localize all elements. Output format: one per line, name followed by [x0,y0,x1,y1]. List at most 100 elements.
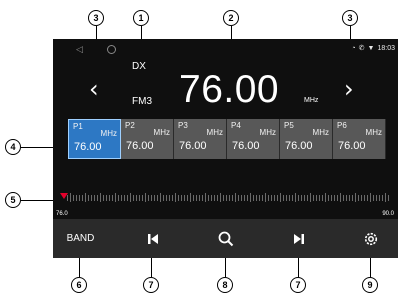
scan-button[interactable] [198,219,253,258]
scale-tick [265,193,266,202]
scale-tick [139,195,140,201]
scale-tick [79,195,80,201]
tune-down-button[interactable]: ‹ [89,77,99,101]
scale-tick [355,193,356,202]
scale-tick [112,195,113,201]
preset-frequency: 76.00 [126,140,154,152]
scale-tick [88,195,89,201]
scale-tick [280,193,281,202]
preset-6[interactable]: P6 MHz 76.00 [333,119,386,159]
preset-unit: MHz [365,128,382,137]
seek-previous-button[interactable] [125,219,180,258]
scale-tick [337,195,338,201]
scale-tick [130,193,131,202]
scale-tick [319,195,320,201]
scale-tick [232,195,233,201]
scale-tick [250,193,251,202]
scale-tick [145,193,146,202]
scale-tick [382,195,383,201]
scale-tick [199,195,200,201]
wifi-icon: ▼ [367,45,375,52]
scale-tick [295,193,296,202]
scale-tick [154,195,155,201]
scale-tick [220,193,221,202]
callout-7-left: 7 [143,277,159,293]
scale-tick [73,195,74,201]
scale-tick [331,195,332,201]
band-button[interactable]: BAND [53,219,108,258]
nav-home-icon[interactable] [107,45,116,54]
band-indicator: FM3 [132,96,152,107]
settings-button[interactable] [343,219,398,258]
scale-tick [97,195,98,201]
callout-7-right: 7 [290,277,306,293]
frequency-display: 76.00 [179,68,280,111]
tuning-scale[interactable] [53,190,398,205]
scale-tick [223,195,224,201]
preset-unit: MHz [206,128,223,137]
scale-tick [388,195,389,201]
scale-min-label: 76.0 [56,211,68,217]
scale-tick [175,193,176,202]
preset-label: P2 [125,121,135,130]
scale-tick [208,195,209,201]
scale-tick [169,195,170,201]
scale-tick [343,195,344,201]
signal-icon: ◔ [351,45,356,52]
scale-tick [166,195,167,201]
callout-3-right: 3 [342,10,358,26]
scale-tick [349,195,350,201]
settings-icon [364,232,377,245]
scale-tick [118,195,119,201]
preset-1[interactable]: P1 MHz 76.00 [68,119,121,159]
scale-tick [76,195,77,201]
callout-5: 5 [5,192,21,208]
scale-tick [103,195,104,201]
preset-label: P4 [231,121,241,130]
preset-unit: MHz [153,128,170,137]
scale-tick [310,193,311,202]
scale-tick [289,195,290,201]
preset-frequency: 76.00 [74,141,102,153]
scale-tick [262,195,263,201]
scale-tick [91,195,92,201]
scale-tick [172,195,173,201]
scale-tick [67,195,68,201]
scale-tick [202,195,203,201]
nav-back-icon[interactable]: ◁ [76,43,83,55]
callout-8: 8 [217,277,233,293]
callout-8-line [225,255,226,277]
scale-tick [184,195,185,201]
tune-up-button[interactable]: › [344,77,354,101]
scale-tick [160,193,161,202]
preset-5[interactable]: P5 MHz 76.00 [280,119,333,159]
preset-frequency: 76.00 [285,140,313,152]
preset-label: P3 [178,121,188,130]
preset-label: P5 [284,121,294,130]
scale-tick [94,195,95,201]
control-bar: BAND [53,219,398,258]
scale-tick [325,193,326,202]
scale-tick [301,195,302,201]
scale-tick [253,195,254,201]
scale-tick [379,195,380,201]
scale-tick [124,195,125,201]
scale-tick [316,195,317,201]
scale-tick [151,195,152,201]
search-icon [218,231,233,246]
scale-tick [268,195,269,201]
scale-tick [376,195,377,201]
scale-tick [358,195,359,201]
preset-list: P1 MHz 76.00 P2 MHz 76.00 P3 MHz 76.00 P… [68,119,398,159]
scale-tick [238,195,239,201]
scale-tick [106,195,107,201]
scale-tick [346,195,347,201]
preset-2[interactable]: P2 MHz 76.00 [121,119,174,159]
scale-tick [214,195,215,201]
preset-3[interactable]: P3 MHz 76.00 [174,119,227,159]
seek-next-button[interactable] [271,219,326,258]
preset-label: P1 [73,122,83,131]
radio-screen: ◁ ◔ ✆ ▼ 18:03 ‹ › DX FM3 76.00 MHz P1 MHz 7… [53,39,398,258]
callout-4: 4 [5,139,21,155]
preset-4[interactable]: P4 MHz 76.00 [227,119,280,159]
